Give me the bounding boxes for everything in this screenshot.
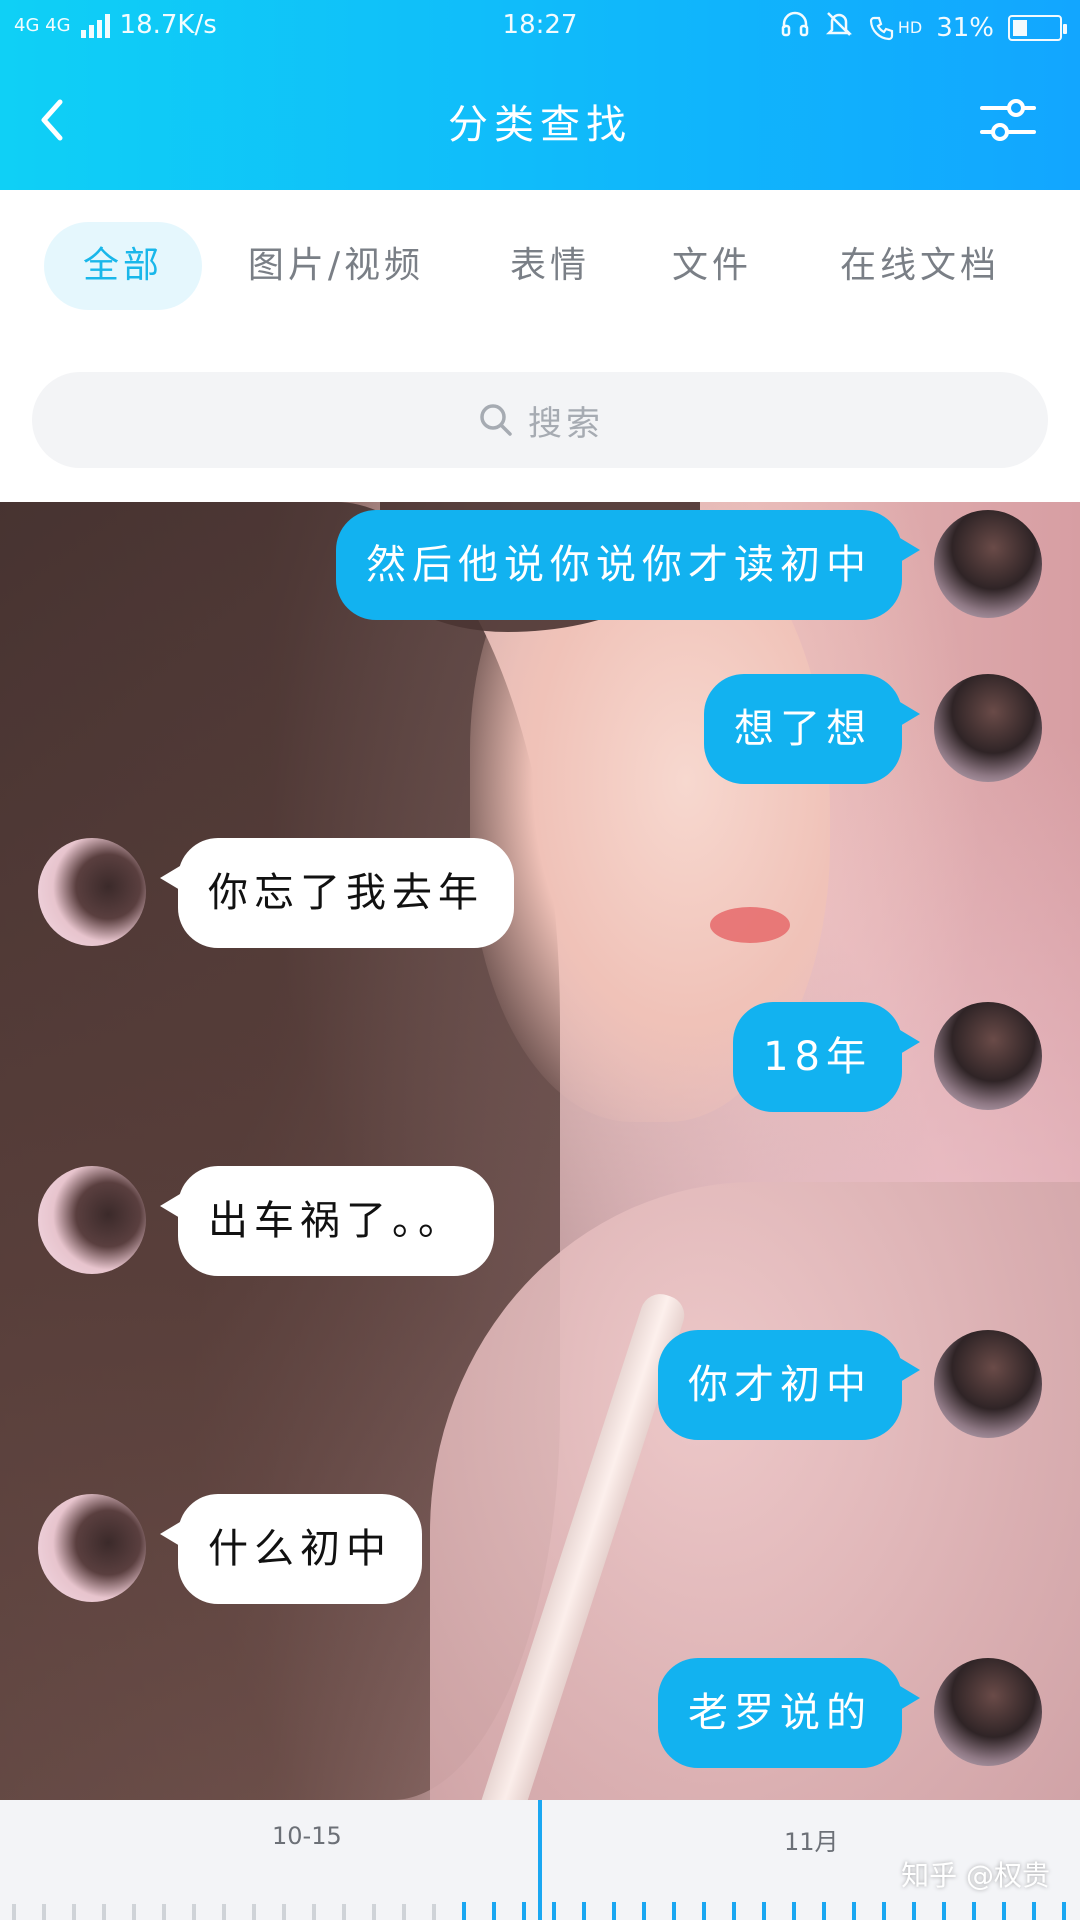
- timeline-tick: [12, 1904, 16, 1920]
- timeline-tick: [942, 1902, 946, 1920]
- chat-bubble-me: 你才初中: [658, 1330, 920, 1440]
- timeline-tick: [852, 1902, 856, 1920]
- timeline-tick: [402, 1904, 406, 1920]
- timeline-tick: [1002, 1902, 1006, 1920]
- search-input[interactable]: 搜索: [32, 372, 1048, 468]
- timeline-label-left: 10-15: [272, 1822, 342, 1850]
- timeline-tick: [702, 1902, 706, 1920]
- status-right: HD 31%: [780, 10, 1067, 45]
- search-placeholder: 搜索: [528, 403, 604, 444]
- timeline-tick: [252, 1904, 256, 1920]
- avatar: [934, 1330, 1042, 1438]
- timeline-scrubber[interactable]: 10-15 11月 知乎 @权贵: [0, 1800, 1080, 1920]
- timeline-tick: [912, 1902, 916, 1920]
- timeline-tick: [972, 1902, 976, 1920]
- tab-all[interactable]: 全部: [44, 222, 202, 310]
- timeline-tick: [102, 1904, 106, 1920]
- avatar: [934, 510, 1042, 618]
- timeline-tick: [552, 1902, 556, 1920]
- timeline-tick: [132, 1904, 136, 1920]
- watermark: 知乎 @权贵: [901, 1859, 1050, 1892]
- hd-call-icon: HD: [868, 14, 922, 42]
- timeline-tick: [162, 1904, 166, 1920]
- battery-icon: [1008, 14, 1067, 41]
- timeline-tick: [462, 1902, 466, 1920]
- headset-icon: [780, 10, 810, 45]
- sliders-icon: [980, 99, 1036, 141]
- battery-percent: 31%: [936, 12, 994, 43]
- timeline-tick: [522, 1902, 526, 1920]
- timeline-tick: [492, 1902, 496, 1920]
- chat-bubble-her: 什么初中: [160, 1494, 422, 1604]
- timeline-tick: [432, 1904, 436, 1920]
- avatar: [38, 1166, 146, 1274]
- timeline-tick: [762, 1902, 766, 1920]
- timeline-tick: [732, 1902, 736, 1920]
- timeline-tick: [372, 1904, 376, 1920]
- timeline-ticks: [0, 1894, 1080, 1920]
- chat-bubble-her: 你忘了我去年: [160, 838, 514, 948]
- chat-bubble-her: 出车祸了。。: [160, 1166, 494, 1276]
- category-tabs: 全部 图片/视频 表情 文件 在线文档: [0, 190, 1080, 360]
- tab-stickers[interactable]: 表情: [490, 222, 610, 310]
- timeline-tick: [282, 1904, 286, 1920]
- avatar: [38, 838, 146, 946]
- image-background-lips: [710, 907, 790, 943]
- chat-bubble-me: 想了想: [704, 674, 920, 784]
- timeline-tick: [1062, 1902, 1066, 1920]
- timeline-tick: [642, 1902, 646, 1920]
- timeline-label-right: 11月: [784, 1828, 839, 1856]
- timeline-tick: [312, 1904, 316, 1920]
- tab-files[interactable]: 文件: [652, 222, 772, 310]
- avatar: [934, 1002, 1042, 1110]
- avatar: [934, 1658, 1042, 1766]
- timeline-tick: [1032, 1902, 1036, 1920]
- chat-bubble-me: 然后他说你说你才读初中: [336, 510, 920, 620]
- search-icon: [480, 404, 512, 436]
- filter-button[interactable]: [976, 88, 1040, 152]
- tab-online-docs[interactable]: 在线文档: [820, 222, 1020, 310]
- timeline-tick: [192, 1904, 196, 1920]
- timeline-tick: [822, 1902, 826, 1920]
- status-bar: 4G 4G 18.7K/s 18:27 HD 31%: [0, 0, 1080, 52]
- chat-bubble-me: 18年: [733, 1002, 920, 1112]
- avatar: [38, 1494, 146, 1602]
- timeline-tick: [222, 1904, 226, 1920]
- chat-screenshot-image[interactable]: 然后他说你说你才读初中 想了想 你忘了我去年 18年 出车祸了。。 你才初中 什…: [0, 502, 1080, 1800]
- nav-bar: 分类查找: [0, 70, 1080, 170]
- tab-images-videos[interactable]: 图片/视频: [236, 222, 436, 310]
- timeline-tick: [612, 1902, 616, 1920]
- timeline-tick: [882, 1902, 886, 1920]
- header: 4G 4G 18.7K/s 18:27 HD 31% 分类查找: [0, 0, 1080, 190]
- timeline-tick: [72, 1904, 76, 1920]
- timeline-tick: [672, 1902, 676, 1920]
- page-title: 分类查找: [448, 102, 632, 148]
- chat-bubble-me: 老罗说的: [658, 1658, 920, 1768]
- timeline-tick: [582, 1902, 586, 1920]
- timeline-tick: [342, 1904, 346, 1920]
- timeline-tick: [42, 1904, 46, 1920]
- avatar: [934, 674, 1042, 782]
- timeline-tick: [792, 1902, 796, 1920]
- hd-label: HD: [897, 18, 923, 37]
- bell-mute-icon: [824, 10, 854, 45]
